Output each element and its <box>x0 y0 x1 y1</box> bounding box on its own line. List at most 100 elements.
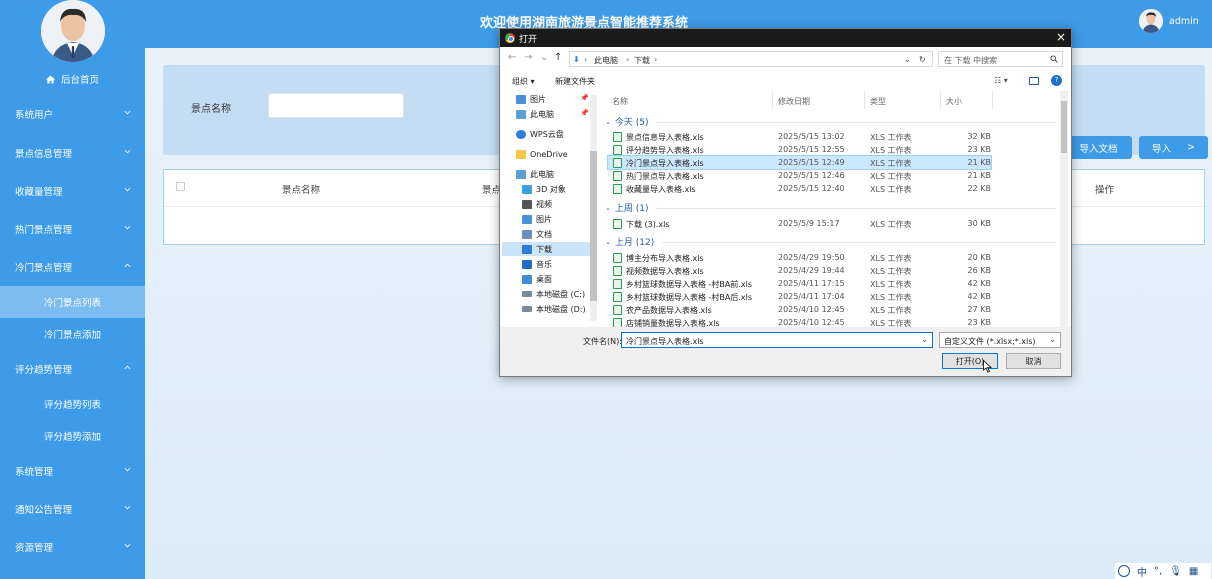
close-icon[interactable]: × <box>1056 30 1066 44</box>
tree-item[interactable]: 桌面 <box>522 272 552 286</box>
folder-icon <box>516 149 526 159</box>
sidebar-item-hot[interactable]: 热门景点管理 <box>0 212 145 246</box>
search-input[interactable] <box>268 93 404 118</box>
sidebar-item-notice[interactable]: 通知公告管理 <box>0 492 145 526</box>
sidebar-item-label: 系统管理 <box>15 467 54 478</box>
grid-menu-icon[interactable]: ▦ <box>1189 566 1198 577</box>
preview-pane-icon[interactable] <box>1029 77 1039 85</box>
microphone-icon[interactable]: 🎙 <box>1169 566 1182 577</box>
cancel-button[interactable]: 取消 <box>1006 353 1061 369</box>
tree-item[interactable]: 本地磁盘 (D:) <box>522 302 586 316</box>
folder-search-input[interactable]: 在 下载 中搜索 <box>938 51 1063 67</box>
tree-item[interactable]: 此电脑 <box>516 107 554 121</box>
sidebar-item-system[interactable]: 系统管理 <box>0 454 145 488</box>
group-divider <box>656 122 1056 123</box>
sidebar-subitem-score-list[interactable]: 评分趋势列表 <box>0 388 145 420</box>
tree-item[interactable]: 音乐 <box>522 257 552 271</box>
sidebar-item-favorites[interactable]: 收藏量管理 <box>0 174 145 208</box>
file-row[interactable]: 店铺销量数据导入表格.xls 2025/4/10 12:45 XLS 工作表 23 K… <box>608 316 991 327</box>
organize-menu[interactable]: 组织 ▾ <box>512 76 535 87</box>
column-header-size[interactable]: 大小 <box>946 96 962 107</box>
file-row[interactable]: 评分趋势导入表格.xls 2025/5/15 12:55 XLS 工作表 23 KB <box>608 143 991 156</box>
chevron-right-icon: › <box>654 55 658 64</box>
import-button[interactable]: 导入 > <box>1139 136 1208 159</box>
chevron-down-icon[interactable]: ⌄ <box>921 335 928 344</box>
filetype-select[interactable]: 自定义文件 (*.xlsx;*.xls) ⌄ <box>939 332 1061 348</box>
column-divider <box>772 91 773 109</box>
sidebar-subitem-cold-add[interactable]: 冷门景点添加 <box>0 318 145 350</box>
file-row[interactable]: 收藏量导入表格.xls 2025/5/15 12:40 XLS 工作表 22 KB <box>608 182 991 195</box>
new-folder-button[interactable]: 新建文件夹 <box>555 76 595 87</box>
file-row-selected[interactable]: 冷门景点导入表格.xls 2025/5/15 12:49 XLS 工作表 21 KB <box>607 155 992 170</box>
sidebar-subitem-cold-list[interactable]: 冷门景点列表 <box>0 286 145 318</box>
tree-scrollbar-thumb[interactable] <box>590 151 597 301</box>
filename-input[interactable]: 冷门景点导入表格.xls ⌄ <box>621 332 933 348</box>
back-arrow-icon[interactable]: ← <box>508 52 516 63</box>
breadcrumb-downloads[interactable]: 下载 <box>634 55 650 66</box>
file-row[interactable]: 农产品数据导入表格.xls 2025/4/10 12:45 XLS 工作表 27 KB <box>608 303 991 316</box>
import-doc-button[interactable]: 导入文档 <box>1065 136 1132 159</box>
column-header-type[interactable]: 类型 <box>870 96 886 107</box>
file-row[interactable]: 乡村篮球数据导入表格 -村BA后.xls 2025/4/11 17:04 XLS 工… <box>608 290 991 303</box>
excel-file-icon <box>613 292 622 302</box>
tree-item[interactable]: 本地磁盘 (C:) <box>522 287 585 301</box>
up-arrow-icon[interactable]: ↑ <box>554 52 562 63</box>
dropdown-icon[interactable]: ⌄ <box>904 55 911 64</box>
address-bar[interactable]: ⬇ › 此电脑 › 下载 › ⌄ ↻ <box>569 51 933 67</box>
column-header-date[interactable]: 修改日期 <box>778 96 810 107</box>
user-menu[interactable]: admin <box>1139 9 1199 33</box>
filename-label: 文件名(N): <box>583 337 622 346</box>
chevron-down-icon[interactable]: ⌄ <box>540 52 548 63</box>
sidebar-subitem-score-add[interactable]: 评分趋势添加 <box>0 420 145 452</box>
column-header-name[interactable]: 名称 <box>612 96 628 107</box>
group-header[interactable]: ⌄ 上月 (12) <box>605 235 654 249</box>
sidebar-item-cold[interactable]: 冷门景点管理 <box>0 250 145 284</box>
excel-file-icon <box>613 132 622 142</box>
tree-item[interactable]: 图片 <box>522 212 552 226</box>
excel-file-icon <box>613 219 622 229</box>
breadcrumb-this-pc[interactable]: 此电脑 <box>594 55 618 66</box>
column-header-actions: 操作 <box>1095 185 1115 196</box>
tree-item[interactable]: OneDrive <box>516 147 568 161</box>
dialog-toolbar: 组织 ▾ 新建文件夹 ☷ ▾ ? <box>500 71 1071 91</box>
file-row[interactable]: 景点信息导入表格.xls 2025/5/15 13:02 XLS 工作表 32 KB <box>608 130 991 143</box>
ime-punctuation-toggle[interactable]: °, <box>1154 566 1162 577</box>
tree-item[interactable]: 视频 <box>522 197 552 211</box>
column-divider <box>864 91 865 109</box>
tree-item-selected[interactable]: 下载 <box>502 242 596 256</box>
tree-label: 音乐 <box>536 259 552 269</box>
forward-arrow-icon[interactable]: → <box>524 52 532 63</box>
tree-item[interactable]: 文档 <box>522 227 552 241</box>
ime-language-toggle[interactable]: 中 <box>1137 564 1147 579</box>
tree-label: WPS云盘 <box>530 129 564 139</box>
select-all-checkbox[interactable] <box>176 182 185 191</box>
tree-item[interactable]: 此电脑 <box>516 167 554 181</box>
ime-logo-icon[interactable] <box>1118 565 1130 577</box>
refresh-icon[interactable]: ↻ <box>919 55 926 64</box>
filename-value: 冷门景点导入表格.xls <box>626 337 704 346</box>
excel-file-icon <box>613 171 622 181</box>
file-row[interactable]: 乡村篮球数据导入表格 -村BA前.xls 2025/4/11 17:15 XLS 工… <box>608 277 991 290</box>
view-options-icon[interactable]: ☷ ▾ <box>994 76 1008 85</box>
tree-item[interactable]: WPS云盘 <box>516 127 564 141</box>
computer-icon <box>516 169 526 179</box>
file-row[interactable]: 博主分布导入表格.xls 2025/4/29 19:50 XLS 工作表 20 KB <box>608 251 991 264</box>
sidebar-item-attractions[interactable]: 景点信息管理 <box>0 136 145 170</box>
file-row[interactable]: 视频数据导入表格.xls 2025/4/29 19:44 XLS 工作表 26 KB <box>608 264 991 277</box>
open-button-label: 打开(O) <box>955 356 985 366</box>
help-icon[interactable]: ? <box>1051 75 1062 86</box>
sidebar-item-label: 通知公告管理 <box>15 505 73 516</box>
group-header[interactable]: ⌄ 今天 (5) <box>605 115 649 129</box>
sidebar-item-system-users[interactable]: 系统用户 <box>0 97 145 131</box>
sidebar-home[interactable]: 后台首页 <box>0 70 145 88</box>
tree-item[interactable]: 3D 对象 <box>522 182 566 196</box>
sidebar-item-score-trend[interactable]: 评分趋势管理 <box>0 352 145 386</box>
file-list-scrollbar-thumb[interactable] <box>1061 101 1067 153</box>
sidebar-item-resources[interactable]: 资源管理 <box>0 530 145 564</box>
file-row[interactable]: 下载 (3).xls 2025/5/9 15:17 XLS 工作表 30 KB <box>608 217 991 230</box>
group-header[interactable]: ⌄ 上周 (1) <box>605 201 649 215</box>
dialog-title: 打开 <box>519 35 538 45</box>
tree-item[interactable]: 图片 <box>516 92 546 106</box>
sidebar-item-label: 资源管理 <box>15 543 54 554</box>
file-row[interactable]: 热门景点导入表格.xls 2025/5/15 12:46 XLS 工作表 21 KB <box>608 169 991 182</box>
